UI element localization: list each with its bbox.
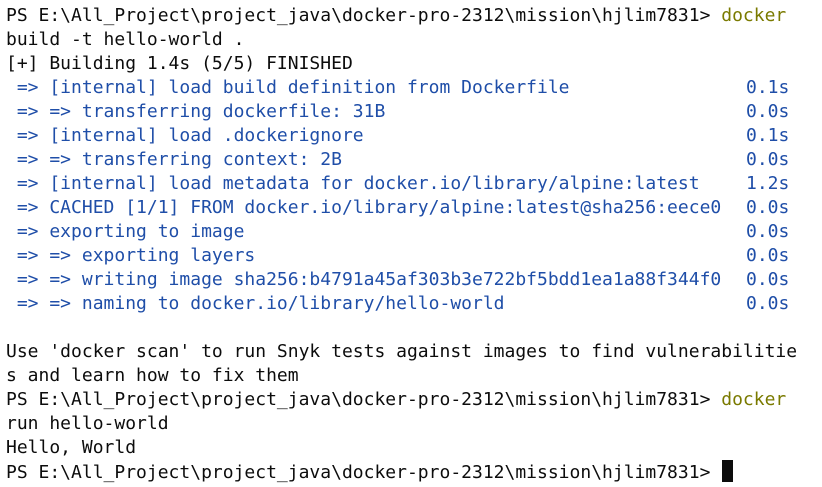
build-step-desc: => [internal] load .dockerignore: [6, 125, 364, 146]
build-step-time: 0.0s: [746, 149, 790, 170]
build-step-time: 1.2s: [746, 173, 790, 194]
build-step-time: 0.0s: [746, 101, 790, 122]
build-step-desc: => [internal] load build definition from…: [6, 77, 570, 98]
command-docker: docker: [721, 389, 787, 410]
prompt-line-2: PS E:\All_Project\project_java\docker-pr…: [6, 388, 822, 412]
build-step-desc: => CACHED [1/1] FROM docker.io/library/a…: [6, 197, 722, 218]
build-step-time: 0.0s: [746, 197, 790, 218]
build-step-time: 0.0s: [746, 293, 790, 314]
build-step-desc: => => transferring dockerfile: 31B: [6, 101, 386, 122]
command-docker: docker: [721, 5, 787, 26]
build-step-time: 0.1s: [746, 125, 790, 146]
prompt-text: PS E:\All_Project\project_java\docker-pr…: [6, 389, 722, 410]
prompt-text: PS E:\All_Project\project_java\docker-pr…: [6, 462, 722, 483]
build-step: => => naming to docker.io/library/hello-…: [6, 292, 822, 316]
build-step-desc: => => transferring context: 2B: [6, 149, 342, 170]
build-step: => => writing image sha256:b4791a45af303…: [6, 268, 822, 292]
build-step: => [internal] load .dockerignore 0.1s: [6, 124, 822, 148]
build-step: => => exporting layers 0.0s: [6, 244, 822, 268]
build-step: => => transferring dockerfile: 31B 0.0s: [6, 100, 822, 124]
build-step-time: 0.1s: [746, 77, 790, 98]
build-status: [+] Building 1.4s (5/5) FINISHED: [6, 53, 353, 74]
build-step: => CACHED [1/1] FROM docker.io/library/a…: [6, 196, 822, 220]
build-step-desc: => [internal] load metadata for docker.i…: [6, 173, 700, 194]
scan-hint-line-2: s and learn how to fix them: [6, 365, 299, 386]
build-step-desc: => exporting to image: [6, 221, 245, 242]
command-continuation-2: run hello-world: [6, 413, 169, 434]
terminal-window[interactable]: PS E:\All_Project\project_java\docker-pr…: [0, 0, 822, 487]
prompt-text: PS E:\All_Project\project_java\docker-pr…: [6, 5, 722, 26]
text-cursor[interactable]: [722, 460, 734, 482]
build-step-desc: => => exporting layers: [6, 245, 256, 266]
build-step: => => transferring context: 2B 0.0s: [6, 148, 822, 172]
program-output: Hello, World: [6, 437, 137, 458]
prompt-line-1: PS E:\All_Project\project_java\docker-pr…: [6, 4, 822, 28]
build-step-time: 0.0s: [746, 269, 790, 290]
build-step-desc: => => writing image sha256:b4791a45af303…: [6, 269, 722, 290]
build-step: => exporting to image 0.0s: [6, 220, 822, 244]
build-step: => [internal] load metadata for docker.i…: [6, 172, 822, 196]
prompt-line-3[interactable]: PS E:\All_Project\project_java\docker-pr…: [6, 460, 822, 484]
command-continuation-1: build -t hello-world .: [6, 29, 245, 50]
build-step-time: 0.0s: [746, 221, 790, 242]
scan-hint-line-1: Use 'docker scan' to run Snyk tests agai…: [6, 341, 798, 362]
build-step: => [internal] load build definition from…: [6, 76, 822, 100]
build-step-desc: => => naming to docker.io/library/hello-…: [6, 293, 505, 314]
build-step-time: 0.0s: [746, 245, 790, 266]
